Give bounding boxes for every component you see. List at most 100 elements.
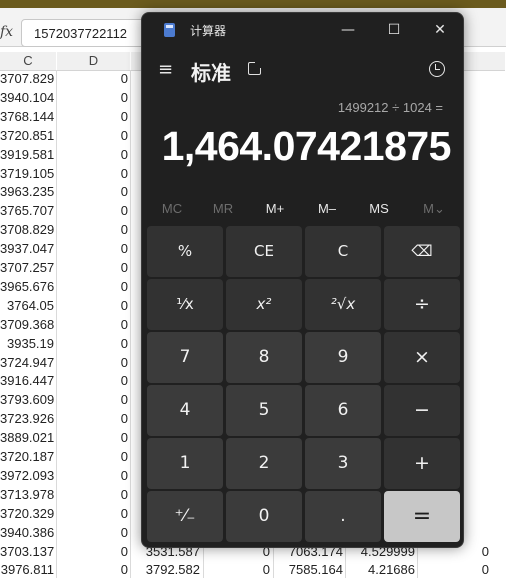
add-button[interactable]: + xyxy=(384,438,460,489)
cell-c[interactable]: 3723.926 xyxy=(0,410,54,428)
cell-d[interactable]: 0 xyxy=(58,316,128,334)
cell-c[interactable]: 3935.19 xyxy=(0,335,54,353)
cell-e[interactable]: 3792.582 xyxy=(132,561,200,579)
title-bar[interactable]: 计算器 — ☐ ✕ xyxy=(142,13,463,47)
cell-c[interactable]: 3963.235 xyxy=(0,183,54,201)
cell-c[interactable]: 3707.829 xyxy=(0,70,54,88)
digit-5-button[interactable]: 5 xyxy=(226,385,302,436)
cell-d[interactable]: 0 xyxy=(58,297,128,315)
cell-c[interactable]: 3720.851 xyxy=(0,127,54,145)
cell-c[interactable]: 3976.811 xyxy=(0,561,54,579)
formula-input[interactable]: 1572037722112 xyxy=(21,19,149,47)
cell-d[interactable]: 0 xyxy=(58,448,128,466)
cell-c[interactable]: 3708.829 xyxy=(0,221,54,239)
cell-d[interactable]: 0 xyxy=(58,70,128,88)
column-header-c[interactable]: C xyxy=(0,52,56,71)
digit-0-button[interactable]: 0 xyxy=(226,491,302,542)
cell-d[interactable]: 0 xyxy=(58,108,128,126)
hamburger-menu-icon[interactable]: ≡ xyxy=(158,61,174,79)
digit-4-button[interactable]: 4 xyxy=(147,385,223,436)
digit-1-button[interactable]: 1 xyxy=(147,438,223,489)
cell-d[interactable]: 0 xyxy=(58,354,128,372)
cell-d[interactable]: 0 xyxy=(58,505,128,523)
keep-on-top-icon[interactable] xyxy=(248,61,262,75)
memory-store-button[interactable]: MS xyxy=(357,197,401,221)
cell-i[interactable]: 0 xyxy=(419,561,489,579)
cell-c[interactable]: 3724.947 xyxy=(0,354,54,372)
cell-c[interactable]: 3793.609 xyxy=(0,391,54,409)
cell-c[interactable]: 3916.447 xyxy=(0,372,54,390)
cell-d[interactable]: 0 xyxy=(58,543,128,561)
cell-d[interactable]: 0 xyxy=(58,146,128,164)
cell-d[interactable]: 0 xyxy=(58,221,128,239)
digit-7-button[interactable]: 7 xyxy=(147,332,223,383)
reciprocal-button[interactable]: ¹⁄x xyxy=(147,279,223,330)
digit-3-button[interactable]: 3 xyxy=(305,438,381,489)
close-button[interactable]: ✕ xyxy=(417,13,463,47)
backspace-button[interactable]: ⌫ xyxy=(384,226,460,277)
cell-c[interactable]: 3972.093 xyxy=(0,467,54,485)
cell-c[interactable]: 3919.581 xyxy=(0,146,54,164)
percent-button[interactable]: % xyxy=(147,226,223,277)
cell-d[interactable]: 0 xyxy=(58,486,128,504)
cell-d[interactable]: 0 xyxy=(58,165,128,183)
cell-c[interactable]: 3719.105 xyxy=(0,165,54,183)
digit-6-button[interactable]: 6 xyxy=(305,385,381,436)
cell-c[interactable]: 3703.137 xyxy=(0,543,54,561)
square-button[interactable]: x² xyxy=(226,279,302,330)
cell-d[interactable]: 0 xyxy=(58,410,128,428)
history-icon[interactable] xyxy=(429,61,445,77)
cell-c[interactable]: 3713.978 xyxy=(0,486,54,504)
cell-c[interactable]: 3720.329 xyxy=(0,505,54,523)
cell-d[interactable]: 0 xyxy=(58,524,128,542)
cell-d[interactable]: 0 xyxy=(58,202,128,220)
cell-d[interactable]: 0 xyxy=(58,278,128,296)
cell-c[interactable]: 3937.047 xyxy=(0,240,54,258)
cell-d[interactable]: 0 xyxy=(58,335,128,353)
equals-button[interactable]: = xyxy=(384,491,460,542)
cell-d[interactable]: 0 xyxy=(58,561,128,579)
negate-button[interactable]: ⁺⁄₋ xyxy=(147,491,223,542)
digit-9-button[interactable]: 9 xyxy=(305,332,381,383)
digit-2-button[interactable]: 2 xyxy=(226,438,302,489)
maximize-button[interactable]: ☐ xyxy=(371,13,417,47)
cell-c[interactable]: 3965.676 xyxy=(0,278,54,296)
cell-c[interactable]: 3768.144 xyxy=(0,108,54,126)
cell-g[interactable]: 7585.164 xyxy=(275,561,343,579)
cell-d[interactable]: 0 xyxy=(58,467,128,485)
cell-c[interactable]: 3940.104 xyxy=(0,89,54,107)
cell-c[interactable]: 3889.021 xyxy=(0,429,54,447)
subtract-button[interactable]: − xyxy=(384,385,460,436)
clear-entry-button[interactable]: CE xyxy=(226,226,302,277)
memory-clear-button[interactable]: MC xyxy=(150,197,194,221)
memory-list-button[interactable]: M⌄ xyxy=(412,197,456,221)
cell-c[interactable]: 3707.257 xyxy=(0,259,54,277)
cell-f[interactable]: 0 xyxy=(205,561,270,579)
column-header-d[interactable]: D xyxy=(57,52,130,71)
memory-subtract-button[interactable]: M– xyxy=(305,197,349,221)
cell-c[interactable]: 3709.368 xyxy=(0,316,54,334)
square-root-button[interactable]: ²√x xyxy=(305,279,381,330)
cell-d[interactable]: 0 xyxy=(58,183,128,201)
memory-recall-button[interactable]: MR xyxy=(201,197,245,221)
cell-d[interactable]: 0 xyxy=(58,240,128,258)
cell-d[interactable]: 0 xyxy=(58,89,128,107)
digit-8-button[interactable]: 8 xyxy=(226,332,302,383)
multiply-button[interactable]: × xyxy=(384,332,460,383)
fx-icon[interactable]: fx xyxy=(0,20,14,44)
clear-button[interactable]: C xyxy=(305,226,381,277)
memory-add-button[interactable]: M+ xyxy=(253,197,297,221)
cell-c[interactable]: 3765.707 xyxy=(0,202,54,220)
cell-c[interactable]: 3940.386 xyxy=(0,524,54,542)
cell-d[interactable]: 0 xyxy=(58,127,128,145)
cell-d[interactable]: 0 xyxy=(58,391,128,409)
cell-h[interactable]: 4.21686 xyxy=(347,561,415,579)
decimal-button[interactable]: . xyxy=(305,491,381,542)
divide-button[interactable]: ÷ xyxy=(384,279,460,330)
cell-c[interactable]: 3764.05 xyxy=(0,297,54,315)
minimize-button[interactable]: — xyxy=(325,13,371,47)
cell-d[interactable]: 0 xyxy=(58,259,128,277)
cell-d[interactable]: 0 xyxy=(58,429,128,447)
cell-c[interactable]: 3720.187 xyxy=(0,448,54,466)
cell-d[interactable]: 0 xyxy=(58,372,128,390)
